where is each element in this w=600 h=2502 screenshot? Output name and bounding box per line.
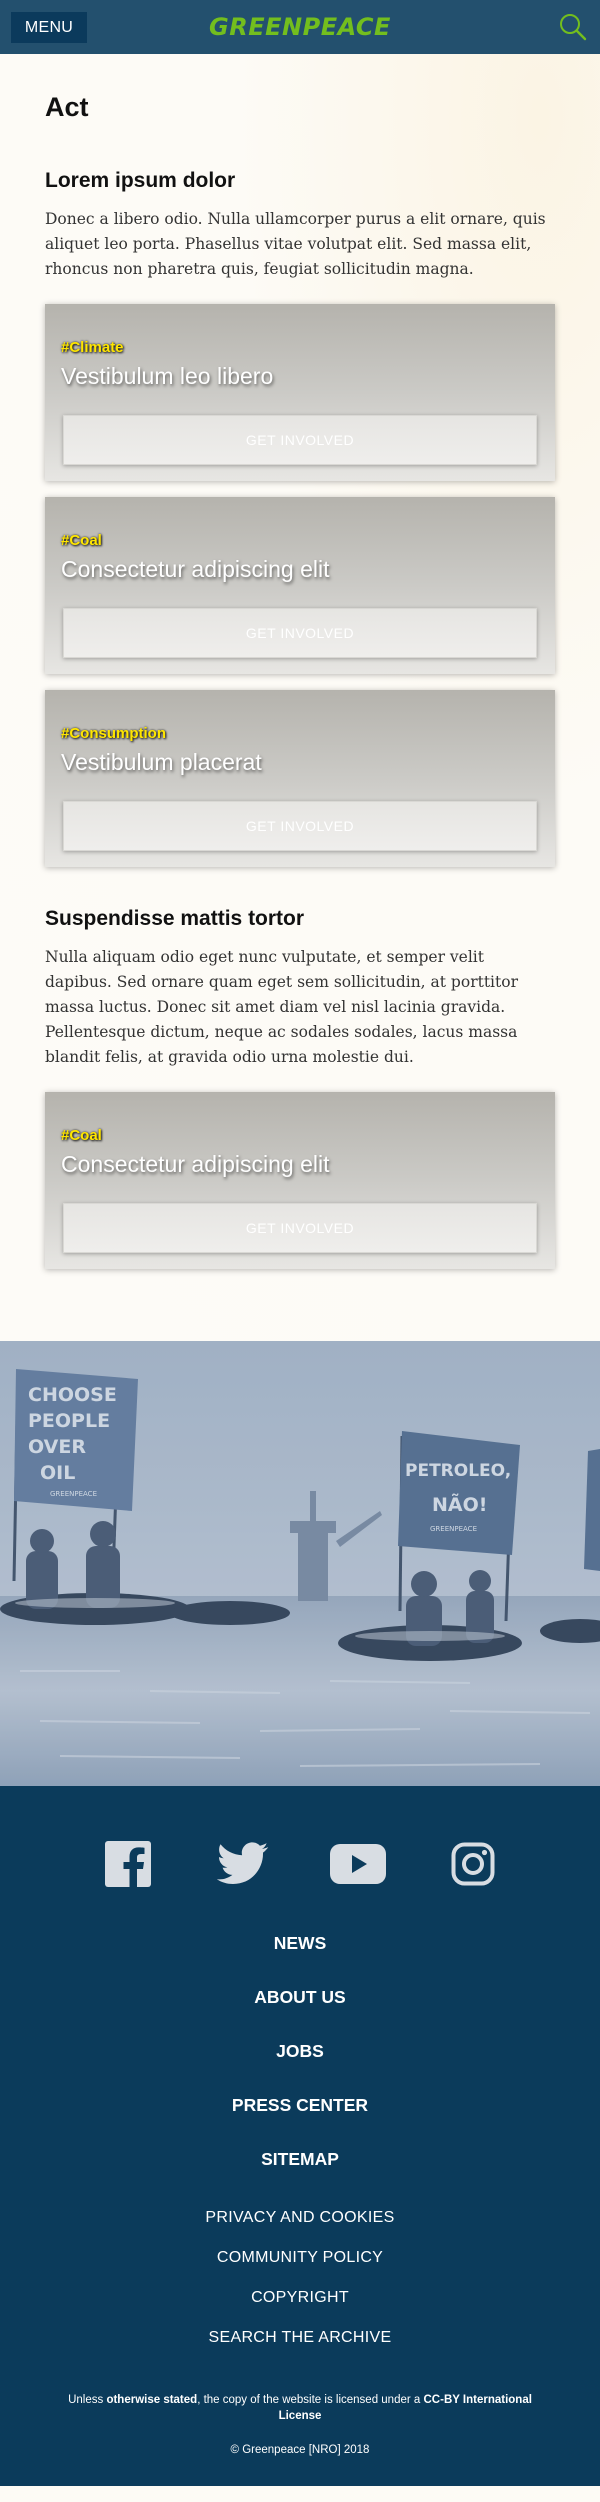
card-title[interactable]: Consectetur adipiscing elit xyxy=(61,1151,539,1191)
card-tag[interactable]: #Coal xyxy=(61,532,539,554)
footer-link-search-archive[interactable]: SEARCH THE ARCHIVE xyxy=(20,2318,580,2358)
facebook-link[interactable] xyxy=(70,1840,185,1888)
footer-main-links: NEWS ABOUT US JOBS PRESS CENTER SITEMAP xyxy=(20,1916,580,2186)
copyright-text: © Greenpeace [NRO] 2018 xyxy=(230,2444,370,2456)
main-content: Act Lorem ipsum dolor Donec a libero odi… xyxy=(0,54,600,1341)
card-tag[interactable]: #Coal xyxy=(61,1127,539,1149)
search-button[interactable] xyxy=(558,12,588,42)
menu-button[interactable]: MENU xyxy=(11,12,87,43)
greenpeace-logo[interactable]: GREENPEACE xyxy=(209,13,391,41)
footer-link-press-center[interactable]: PRESS CENTER xyxy=(20,2078,580,2132)
section-text: Nulla aliquam odio eget nunc vulputate, … xyxy=(45,948,518,1066)
license-middle: , the copy of the website is licensed un… xyxy=(197,2394,424,2406)
footer-sub-links: PRIVACY AND COOKIES COMMUNITY POLICY COP… xyxy=(20,2198,580,2358)
instagram-link[interactable] xyxy=(415,1840,530,1888)
get-involved-button[interactable]: GET INVOLVED xyxy=(63,415,537,465)
action-card[interactable]: #Climate Vestibulum leo libero GET INVOL… xyxy=(45,304,555,481)
kayak-protest-photo: CHOOSE PEOPLE OVER OIL GREENPEACE PETROL… xyxy=(0,1341,600,1786)
twitter-link[interactable] xyxy=(185,1840,300,1888)
section-suspendisse: Suspendisse mattis tortor Nulla aliquam … xyxy=(45,907,555,1269)
footer-link-news[interactable]: NEWS xyxy=(20,1916,580,1970)
get-involved-button[interactable]: GET INVOLVED xyxy=(63,801,537,851)
site-header: MENU GREENPEACE xyxy=(0,0,600,54)
card-tag[interactable]: #Climate xyxy=(61,339,539,361)
section-heading: Lorem ipsum dolor xyxy=(45,169,236,192)
license-prefix: Unless xyxy=(68,2394,107,2406)
action-card[interactable]: #Coal Consectetur adipiscing elit GET IN… xyxy=(45,1092,555,1269)
section-lorem-ipsum: Lorem ipsum dolor Donec a libero odio. N… xyxy=(45,169,555,867)
card-title[interactable]: Vestibulum placerat xyxy=(61,749,539,789)
footer-link-privacy[interactable]: PRIVACY AND COOKIES xyxy=(20,2198,580,2238)
social-links xyxy=(20,1840,580,1888)
footer-link-sitemap[interactable]: SITEMAP xyxy=(20,2132,580,2186)
license-text: Unless otherwise stated, the copy of the… xyxy=(20,2392,580,2424)
site-footer: NEWS ABOUT US JOBS PRESS CENTER SITEMAP … xyxy=(0,1786,600,2486)
card-title[interactable]: Vestibulum leo libero xyxy=(61,363,539,403)
instagram-icon xyxy=(451,1842,494,1886)
action-card[interactable]: #Coal Consectetur adipiscing elit GET IN… xyxy=(45,497,555,674)
footer-link-community-policy[interactable]: COMMUNITY POLICY xyxy=(20,2238,580,2278)
twitter-icon xyxy=(216,1842,268,1884)
section-text: Donec a libero odio. Nulla ullamcorper p… xyxy=(45,210,546,278)
youtube-icon xyxy=(329,1844,386,1884)
footer-link-about-us[interactable]: ABOUT US xyxy=(20,1970,580,2024)
card-tag[interactable]: #Consumption xyxy=(61,725,539,747)
youtube-link[interactable] xyxy=(300,1840,415,1888)
search-icon xyxy=(560,14,587,41)
photo-illustration: CHOOSE PEOPLE OVER OIL GREENPEACE PETROL… xyxy=(0,1341,600,1786)
footer-link-copyright[interactable]: COPYRIGHT xyxy=(20,2278,580,2318)
otherwise-stated-link[interactable]: otherwise stated xyxy=(106,2394,197,2406)
action-card[interactable]: #Consumption Vestibulum placerat GET INV… xyxy=(45,690,555,867)
page-title: Act xyxy=(45,92,89,122)
footer-link-jobs[interactable]: JOBS xyxy=(20,2024,580,2078)
facebook-icon xyxy=(104,1841,151,1887)
section-heading: Suspendisse mattis tortor xyxy=(45,907,305,930)
card-title[interactable]: Consectetur adipiscing elit xyxy=(61,556,539,596)
get-involved-button[interactable]: GET INVOLVED xyxy=(63,608,537,658)
get-involved-button[interactable]: GET INVOLVED xyxy=(63,1203,537,1253)
